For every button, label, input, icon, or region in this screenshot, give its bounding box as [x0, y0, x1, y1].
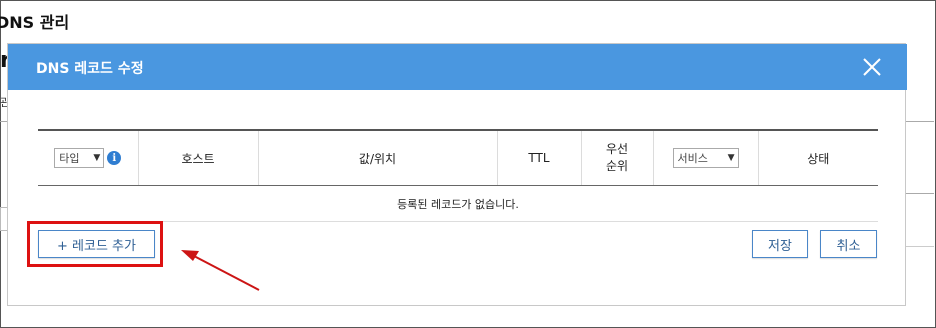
add-record-button[interactable]: + 레코드 추가 [38, 230, 155, 258]
host-column-header: 호스트 [137, 129, 258, 186]
background-divider [906, 193, 934, 194]
table-row: 등록된 레코드가 없습니다. [38, 185, 878, 222]
modal-header: DNS 레코드 수정 [8, 44, 907, 90]
type-column-header: 타입 ▼ i [38, 129, 138, 186]
dns-record-edit-modal: DNS 레코드 수정 타입 ▼ i 호스트 값/위치 TTL 우선 순위 서비스… [7, 43, 907, 306]
value-column-header: 값/위치 [257, 129, 497, 186]
chevron-down-icon: ▼ [727, 153, 735, 163]
background-divider [906, 121, 934, 122]
ttl-column-header: TTL [496, 129, 581, 186]
modal-title: DNS 레코드 수정 [36, 61, 144, 77]
service-select-value: 서비스 [677, 152, 708, 165]
service-select[interactable]: 서비스 ▼ [672, 148, 739, 168]
page-title: DNS 관리 [0, 13, 70, 32]
background-divider [0, 121, 7, 122]
status-column-header: 상태 [757, 129, 878, 186]
close-button[interactable] [858, 54, 886, 80]
close-icon [863, 58, 881, 76]
dns-record-table: 타입 ▼ i 호스트 값/위치 TTL 우선 순위 서비스 ▼ 상태 등록된 레… [38, 129, 878, 222]
background-divider [906, 246, 934, 247]
type-select-value: 타입 [59, 152, 80, 165]
chevron-down-icon: ▼ [93, 153, 101, 163]
info-icon[interactable]: i [107, 151, 122, 165]
cancel-button[interactable]: 취소 [820, 230, 877, 258]
priority-label: 우선 순위 [605, 142, 629, 173]
save-button[interactable]: 저장 [752, 230, 808, 258]
priority-column-header: 우선 순위 [580, 129, 653, 186]
service-column-header: 서비스 ▼ [652, 129, 758, 186]
table-header-row: 타입 ▼ i 호스트 값/위치 TTL 우선 순위 서비스 ▼ 상태 [38, 129, 878, 186]
type-select[interactable]: 타입 ▼ [54, 148, 105, 168]
empty-table-message: 등록된 레코드가 없습니다. [38, 185, 878, 222]
